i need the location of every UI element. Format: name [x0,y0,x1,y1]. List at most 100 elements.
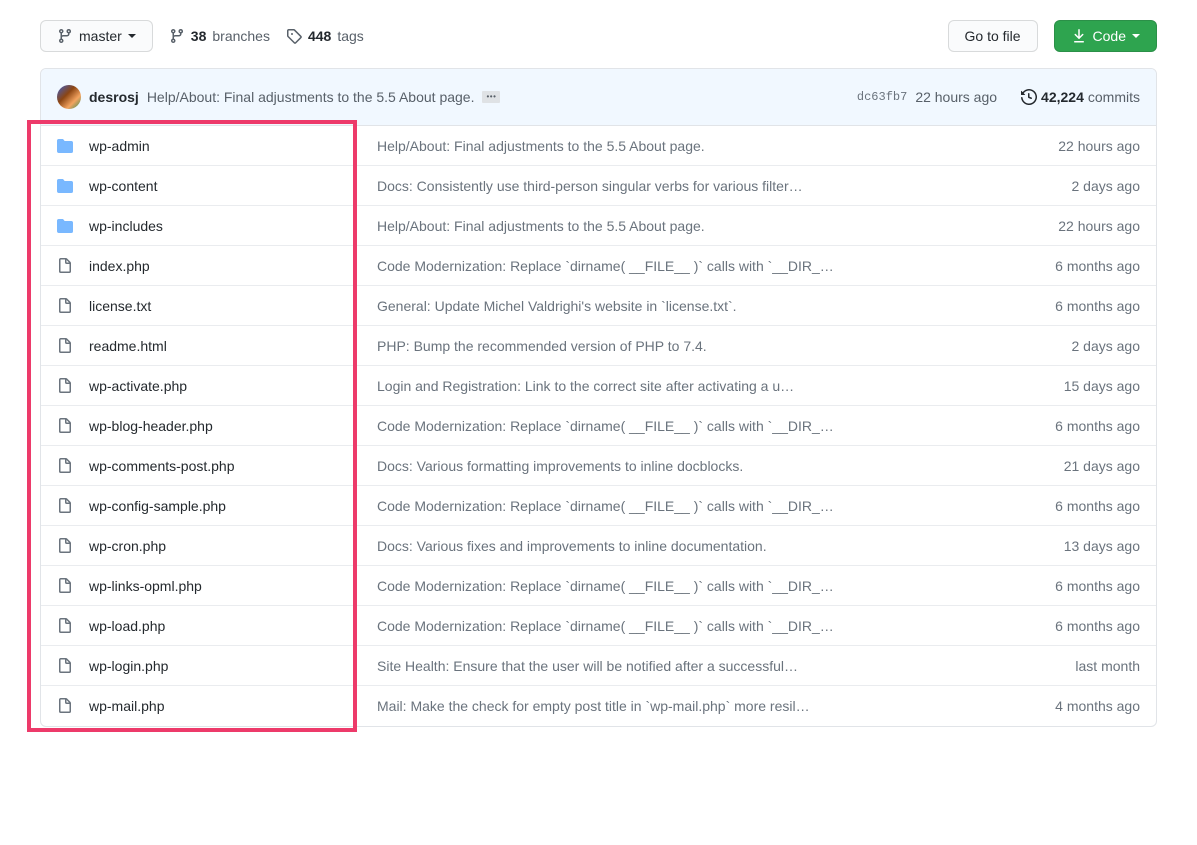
file-listing: desrosj Help/About: Final adjustments to… [40,68,1157,727]
ellipsis-button[interactable] [482,91,500,103]
file-icon [57,658,73,674]
commit-sha[interactable]: dc63fb7 [857,90,907,104]
file-icon [57,618,73,634]
file-age: 2 days ago [1020,178,1140,194]
file-name-link[interactable]: wp-blog-header.php [89,418,213,434]
file-name-link[interactable]: wp-includes [89,218,163,234]
file-name-cell: wp-config-sample.php [57,498,377,514]
code-download-button[interactable]: Code [1054,20,1157,52]
commit-message[interactable]: Help/About: Final adjustments to the 5.5… [147,89,475,105]
commit-message-link[interactable]: PHP: Bump the recommended version of PHP… [377,338,1020,354]
file-name-link[interactable]: wp-admin [89,138,150,154]
file-icon [57,298,73,314]
caret-down-icon [1132,34,1140,38]
file-age: 6 months ago [1020,258,1140,274]
file-name-link[interactable]: wp-mail.php [89,698,164,714]
file-name-cell: index.php [57,258,377,274]
commit-message-link[interactable]: Code Modernization: Replace `dirname( __… [377,258,1020,274]
file-age: 15 days ago [1020,378,1140,394]
folder-icon [57,218,73,234]
branches-label: branches [212,28,270,44]
commit-message-link[interactable]: Site Health: Ensure that the user will b… [377,658,1020,674]
commit-message-link[interactable]: Code Modernization: Replace `dirname( __… [377,578,1020,594]
commit-message-link[interactable]: Docs: Various formatting improvements to… [377,458,1020,474]
file-age: 21 days ago [1020,458,1140,474]
commit-message-link[interactable]: Login and Registration: Link to the corr… [377,378,1020,394]
file-icon [57,578,73,594]
commit-message-link[interactable]: Code Modernization: Replace `dirname( __… [377,498,1020,514]
file-name-cell: license.txt [57,298,377,314]
table-row: wp-admin Help/About: Final adjustments to… [41,126,1156,166]
file-icon [57,418,73,434]
file-age: 6 months ago [1020,618,1140,634]
repo-toolbar: master 38 branches 448 tags Go to file C… [40,20,1157,52]
table-row: index.php Code Modernization: Replace `di… [41,246,1156,286]
commit-message-link[interactable]: Docs: Consistently use third-person sing… [377,178,1020,194]
table-row: wp-load.php Code Modernization: Replace `… [41,606,1156,646]
file-age: 6 months ago [1020,498,1140,514]
table-row: wp-comments-post.php Docs: Various format… [41,446,1156,486]
tags-label: tags [337,28,363,44]
file-name-cell: wp-comments-post.php [57,458,377,474]
file-name-link[interactable]: wp-links-opml.php [89,578,202,594]
file-name-cell: wp-activate.php [57,378,377,394]
avatar[interactable] [57,85,81,109]
file-rows-container: wp-admin Help/About: Final adjustments to… [41,126,1156,726]
file-name-cell: wp-content [57,178,377,194]
file-age: 22 hours ago [1020,218,1140,234]
branches-link[interactable]: 38 branches [169,28,270,44]
table-row: readme.html PHP: Bump the recommended ver… [41,326,1156,366]
table-row: wp-mail.php Mail: Make the check for empt… [41,686,1156,726]
commit-message-link[interactable]: Mail: Make the check for empty post titl… [377,698,1020,714]
table-row: license.txt General: Update Michel Valdri… [41,286,1156,326]
download-icon [1071,28,1087,44]
git-branch-icon [169,28,185,44]
file-name-link[interactable]: readme.html [89,338,167,354]
file-name-cell: readme.html [57,338,377,354]
git-branch-icon [57,28,73,44]
file-name-link[interactable]: wp-cron.php [89,538,166,554]
file-age: 13 days ago [1020,538,1140,554]
latest-commit-bar: desrosj Help/About: Final adjustments to… [41,69,1156,126]
file-name-link[interactable]: wp-comments-post.php [89,458,235,474]
commits-link[interactable]: 42,224 commits [1021,89,1140,105]
commit-author[interactable]: desrosj [89,89,139,105]
commit-message-link[interactable]: Docs: Various fixes and improvements to … [377,538,1020,554]
table-row: wp-config-sample.php Code Modernization: … [41,486,1156,526]
goto-file-button[interactable]: Go to file [948,20,1038,52]
file-name-cell: wp-cron.php [57,538,377,554]
commit-message-link[interactable]: Help/About: Final adjustments to the 5.5… [377,218,1020,234]
file-name-link[interactable]: wp-content [89,178,157,194]
file-icon [57,498,73,514]
table-row: wp-content Docs: Consistently use third-p… [41,166,1156,206]
file-name-link[interactable]: license.txt [89,298,151,314]
file-name-link[interactable]: index.php [89,258,150,274]
file-name-link[interactable]: wp-config-sample.php [89,498,226,514]
commit-message-link[interactable]: Code Modernization: Replace `dirname( __… [377,418,1020,434]
table-row: wp-activate.php Login and Registration: L… [41,366,1156,406]
table-row: wp-login.php Site Health: Ensure that the… [41,646,1156,686]
commit-message-link[interactable]: Code Modernization: Replace `dirname( __… [377,618,1020,634]
commit-message-link[interactable]: General: Update Michel Valdrighi's websi… [377,298,1020,314]
branch-select-button[interactable]: master [40,20,153,52]
file-name-cell: wp-mail.php [57,698,377,714]
file-age: 6 months ago [1020,418,1140,434]
commit-message-link[interactable]: Help/About: Final adjustments to the 5.5… [377,138,1020,154]
file-name-link[interactable]: wp-activate.php [89,378,187,394]
commit-time: 22 hours ago [915,89,997,105]
file-name-link[interactable]: wp-login.php [89,658,168,674]
file-icon [57,698,73,714]
tags-link[interactable]: 448 tags [286,28,364,44]
branch-name: master [79,26,122,46]
file-name-cell: wp-login.php [57,658,377,674]
branches-count: 38 [191,28,207,44]
tag-icon [286,28,302,44]
file-age: 22 hours ago [1020,138,1140,154]
history-icon [1021,89,1037,105]
file-icon [57,338,73,354]
file-name-link[interactable]: wp-load.php [89,618,165,634]
folder-icon [57,138,73,154]
file-name-cell: wp-includes [57,218,377,234]
file-age: 4 months ago [1020,698,1140,714]
commits-count: 42,224 [1041,89,1084,105]
